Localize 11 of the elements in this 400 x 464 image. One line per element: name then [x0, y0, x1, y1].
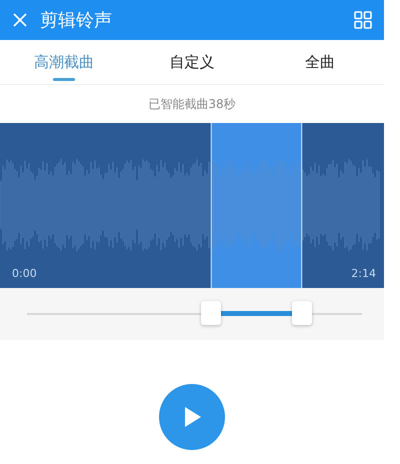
range-handle[interactable]: [201, 301, 222, 325]
end-time: 2:14: [351, 267, 376, 280]
close-icon[interactable]: [12, 12, 28, 28]
tab[interactable]: 高潮截曲: [0, 40, 128, 84]
tab[interactable]: 全曲: [256, 40, 384, 84]
page-title: 剪辑铃声: [40, 9, 112, 32]
grid-icon[interactable]: [354, 11, 372, 29]
hint-text: 已智能截曲38秒: [147, 96, 237, 112]
range-handle[interactable]: [292, 301, 312, 325]
tab[interactable]: 自定义: [128, 40, 256, 84]
start-time: 0:00: [12, 267, 37, 280]
